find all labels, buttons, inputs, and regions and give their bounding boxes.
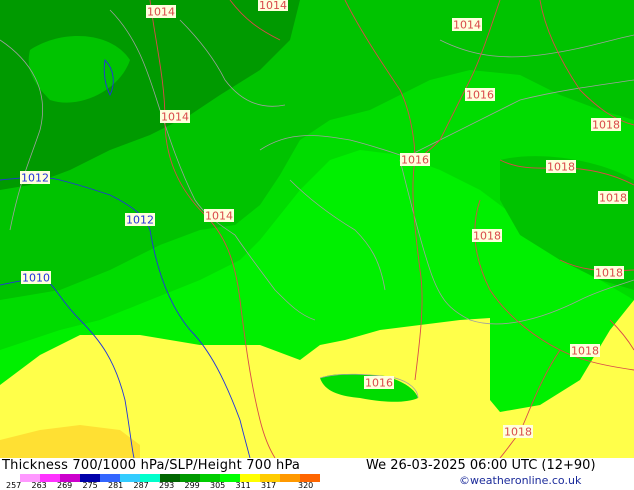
- svg-text:1014: 1014: [259, 0, 287, 12]
- isobar-label: 1016: [400, 153, 430, 167]
- map-title: Thickness 700/1000 hPa/SLP/Height 700 hP…: [2, 458, 301, 473]
- legend-tick-label: 263: [31, 481, 47, 490]
- map-footer: Thickness 700/1000 hPa/SLP/Height 700 hP…: [0, 458, 634, 490]
- map-canvas: 1014 1014 1014 1016 1018 1012 1014 1016 …: [0, 0, 634, 458]
- isobar-label: 1018: [594, 266, 624, 280]
- legend-tick-label: 287: [133, 481, 149, 490]
- svg-text:1018: 1018: [599, 192, 627, 205]
- valid-time: We 26-03-2025 06:00 UTC (12+90): [366, 458, 596, 473]
- legend-tick-label: 293: [159, 481, 175, 490]
- legend-tick-label: 305: [210, 481, 226, 490]
- svg-text:1012: 1012: [126, 214, 154, 227]
- svg-text:1012: 1012: [21, 172, 49, 185]
- svg-text:1014: 1014: [147, 6, 175, 19]
- svg-text:1018: 1018: [592, 119, 620, 132]
- isobar-label: 1014: [146, 5, 176, 19]
- isobar-label: 1010: [21, 271, 51, 285]
- legend-ticks: 257 263 269 275 281 287 293 299 305 311 317 320: [0, 482, 330, 490]
- legend-tick-label: 275: [82, 481, 98, 490]
- credit-link[interactable]: ©weatheronline.co.uk: [459, 474, 581, 487]
- isobar-label: 1018: [472, 229, 502, 243]
- isobar-label: 1018: [598, 191, 628, 205]
- svg-text:1018: 1018: [571, 345, 599, 358]
- isobar-label: 1012: [125, 213, 155, 227]
- isobar-label: 1014: [204, 209, 234, 223]
- isobar-label: 1018: [591, 118, 621, 132]
- svg-text:1014: 1014: [161, 111, 189, 124]
- legend-tick-label: 317: [261, 481, 277, 490]
- legend-swatch: [280, 474, 300, 482]
- svg-text:1014: 1014: [205, 210, 233, 223]
- isobar-label: 1018: [546, 160, 576, 174]
- isobar-label: 1016: [364, 376, 394, 390]
- isobar-label: 1012: [20, 171, 50, 185]
- svg-text:1018: 1018: [547, 161, 575, 174]
- svg-text:1018: 1018: [473, 230, 501, 243]
- svg-text:1018: 1018: [595, 267, 623, 280]
- weather-map: 1014 1014 1014 1016 1018 1012 1014 1016 …: [0, 0, 634, 458]
- isobar-label: 1014: [452, 18, 482, 32]
- svg-text:1014: 1014: [453, 19, 481, 32]
- isobar-label: 1014: [258, 0, 288, 12]
- legend-tick-label: 269: [57, 481, 73, 490]
- legend-tick-label: 299: [184, 481, 200, 490]
- isobar-label: 1018: [570, 344, 600, 358]
- legend-tick-label: 311: [235, 481, 251, 490]
- svg-text:1016: 1016: [365, 377, 393, 390]
- legend-tick-label: 257: [6, 481, 22, 490]
- svg-text:1016: 1016: [466, 89, 494, 102]
- legend-tick-label: 281: [108, 481, 124, 490]
- isobar-label: 1016: [465, 88, 495, 102]
- isobar-label: 1018: [503, 425, 533, 439]
- svg-text:1010: 1010: [22, 272, 50, 285]
- svg-text:1016: 1016: [401, 154, 429, 167]
- legend-tick-label: 320: [298, 481, 314, 490]
- isobar-label: 1014: [160, 110, 190, 124]
- svg-text:1018: 1018: [504, 426, 532, 439]
